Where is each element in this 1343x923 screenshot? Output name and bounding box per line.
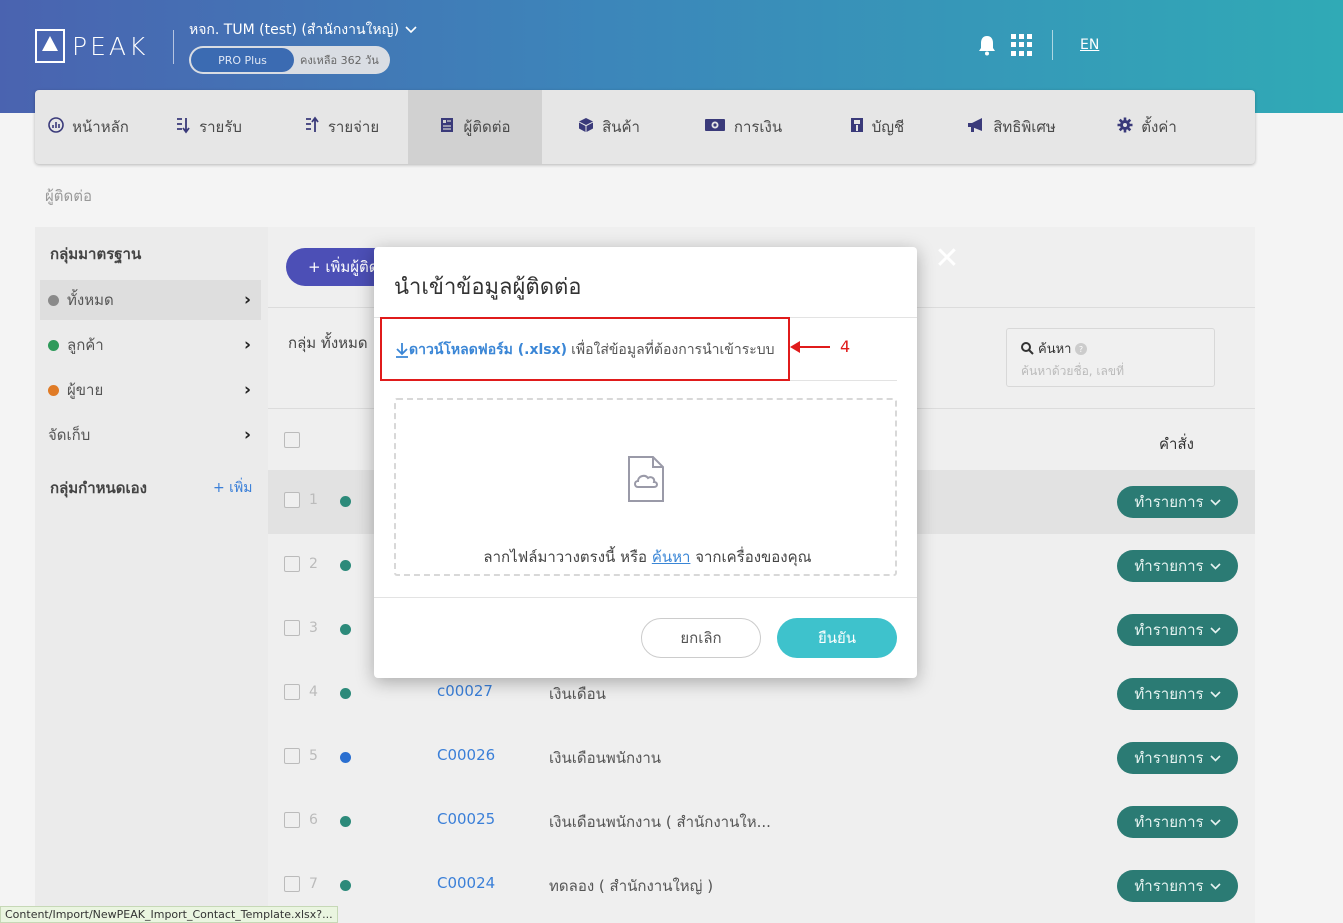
import-contacts-modal: นำเข้าข้อมูลผู้ติดต่อ ดาวน์โหลดฟอร์ม (.x… [374, 247, 917, 678]
file-drop-zone[interactable]: ลากไฟล์มาวางตรงนี้ หรือ ค้นหา จากเครื่อง… [394, 398, 897, 576]
drop-instructions: ลากไฟล์มาวางตรงนี้ หรือ ค้นหา จากเครื่อง… [396, 545, 899, 569]
cloud-file-icon [628, 456, 664, 502]
cancel-button[interactable]: ยกเลิก [641, 618, 761, 658]
close-icon[interactable]: ✕ [932, 244, 962, 274]
browse-files-link[interactable]: ค้นหา [652, 548, 691, 566]
arrow-left-icon [790, 340, 830, 353]
browser-status-bar: Content/Import/NewPEAK_Import_Contact_Te… [0, 906, 338, 923]
drop-text-before: ลากไฟล์มาวางตรงนี้ หรือ [483, 548, 648, 566]
drop-text-after: จากเครื่องของคุณ [695, 548, 812, 566]
step-number: 4 [840, 337, 851, 356]
step-annotation: 4 [790, 337, 851, 356]
modal-divider [374, 597, 917, 598]
highlight-box [380, 317, 790, 381]
modal-title: นำเข้าข้อมูลผู้ติดต่อ [394, 275, 582, 300]
confirm-button[interactable]: ยืนยัน [777, 618, 897, 658]
